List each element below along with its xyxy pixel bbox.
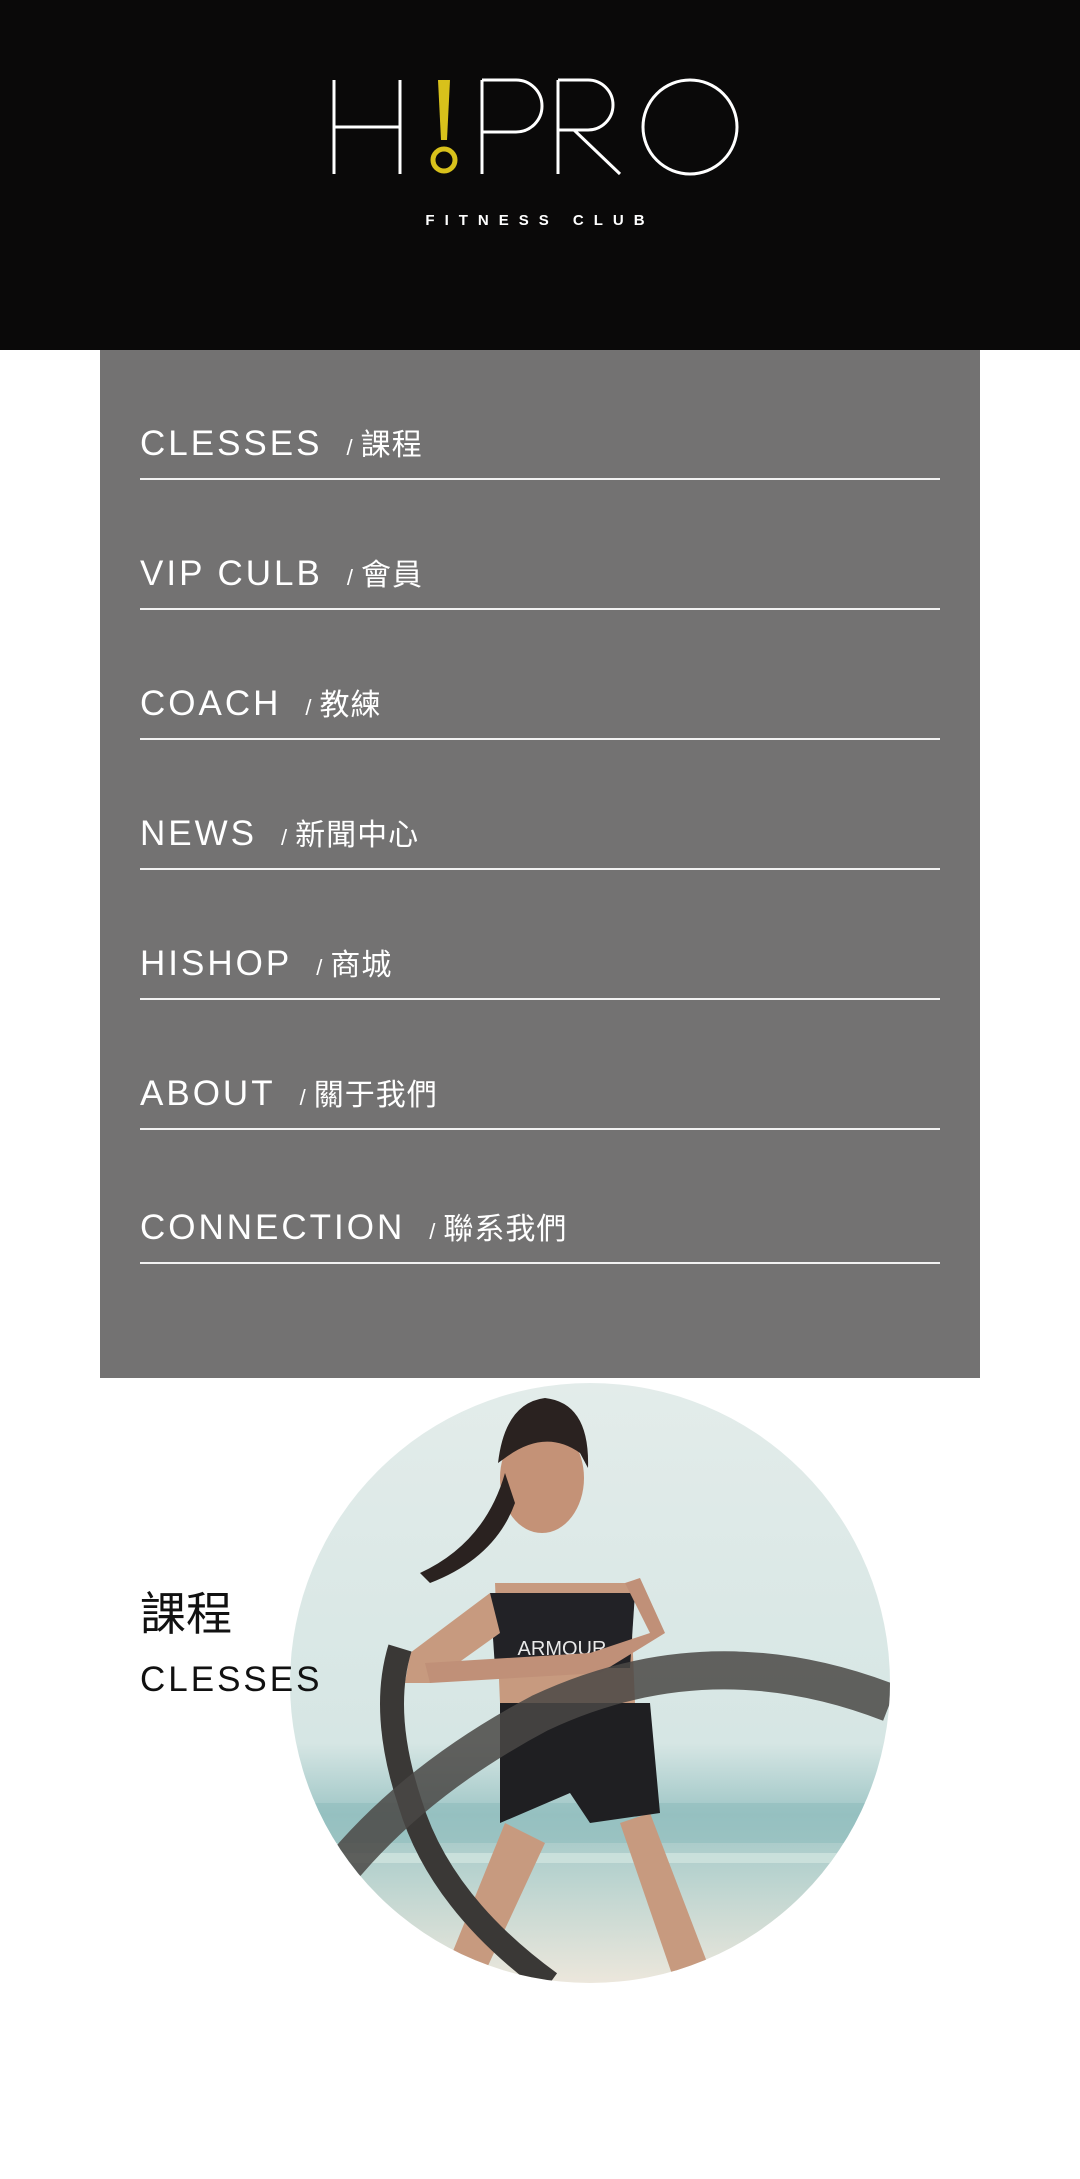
menu-item-en: CONNECTION <box>140 1208 406 1247</box>
menu-item-coach[interactable]: COACH / 教練 <box>140 610 940 740</box>
menu-item-about[interactable]: ABOUT / 關于我們 <box>140 1000 940 1130</box>
menu-item-classes[interactable]: CLESSES / 課程 <box>140 350 940 480</box>
menu-item-separator: / <box>299 1085 306 1110</box>
menu-item-en: CLESSES <box>140 424 323 463</box>
header: FITNESS CLUB <box>0 0 1080 350</box>
menu-item-zh: 商城 <box>330 948 393 983</box>
menu-item-news[interactable]: NEWS / 新聞中心 <box>140 740 940 870</box>
menu-item-zh: 教練 <box>319 688 382 723</box>
menu-item-en: VIP CULB <box>140 554 323 593</box>
menu-item-en: NEWS <box>140 814 257 853</box>
menu-item-en: COACH <box>140 684 282 723</box>
menu-item-en: HISHOP <box>140 944 293 983</box>
menu-item-zh: 課程 <box>360 428 423 463</box>
menu-item-en: ABOUT <box>140 1074 276 1113</box>
menu-item-zh: 新聞中心 <box>295 818 420 853</box>
menu-item-connection[interactable]: CONNECTION / 聯系我們 <box>140 1130 940 1264</box>
menu-item-separator: / <box>316 955 323 980</box>
menu-item-separator: / <box>281 825 288 850</box>
menu-item-separator: / <box>346 435 353 460</box>
menu-item-separator: / <box>305 695 312 720</box>
menu-item-zh: 會員 <box>361 558 423 593</box>
menu-item-zh: 聯系我們 <box>443 1212 568 1247</box>
brand-logo[interactable]: FITNESS CLUB <box>320 70 760 240</box>
menu-item-zh: 關于我們 <box>313 1078 438 1113</box>
classes-photo[interactable]: ARMOUR <box>290 1383 890 1983</box>
menu-item-vip-club[interactable]: VIP CULB / 會員 <box>140 480 940 610</box>
section-title-en: CLESSES <box>140 1660 323 1699</box>
menu-item-hishop[interactable]: HISHOP / 商城 <box>140 870 940 1000</box>
menu-item-separator: / <box>429 1219 436 1244</box>
section-title-zh: 課程 <box>140 1587 232 1641</box>
page: FITNESS CLUB CLESSES / 課程 VIP CULB / 會員 … <box>0 0 1080 2179</box>
brand-tagline: FITNESS CLUB <box>425 212 654 229</box>
nav-menu: CLESSES / 課程 VIP CULB / 會員 COACH / 教練 NE… <box>100 350 980 1378</box>
menu-item-separator: / <box>346 565 353 590</box>
